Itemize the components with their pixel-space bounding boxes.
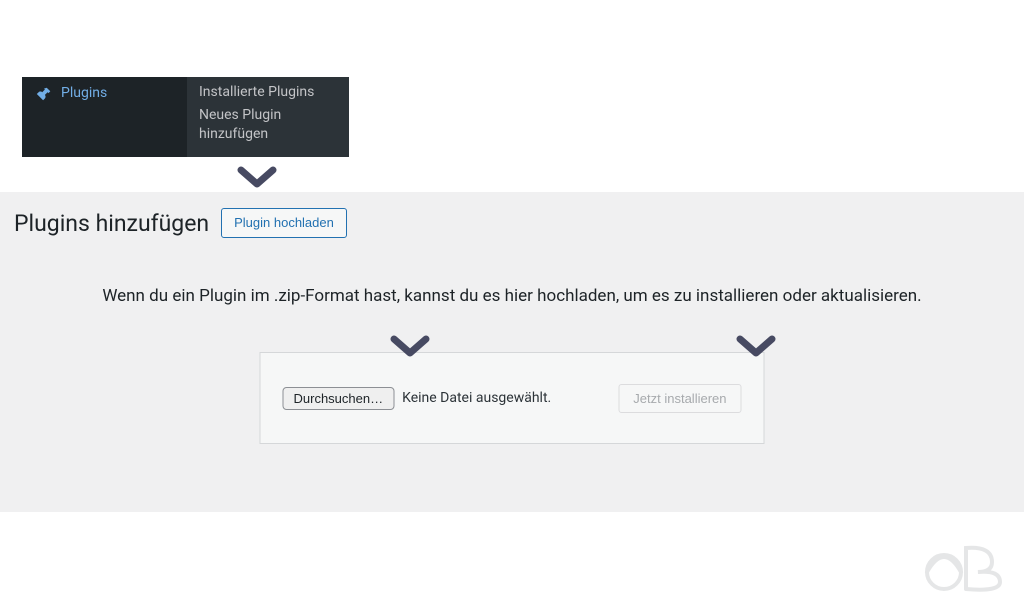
submenu-add-new-plugin[interactable]: Neues Plugin hinzufügen — [199, 106, 337, 144]
page-header: Plugins hinzufügen Plugin hochladen — [14, 208, 347, 238]
upload-plugin-button[interactable]: Plugin hochladen — [221, 208, 347, 238]
content-area: Plugins hinzufügen Plugin hochladen Wenn… — [0, 192, 1024, 512]
chevron-down-icon — [235, 164, 279, 192]
admin-menu-fragment: Plugins Installierte Plugins Neues Plugi… — [22, 77, 349, 157]
admin-menu-item-plugins[interactable]: Plugins — [22, 77, 187, 157]
file-status-text: Keine Datei ausgewählt. — [402, 390, 551, 406]
browse-button[interactable]: Durchsuchen… — [283, 387, 395, 410]
admin-menu-label: Plugins — [61, 85, 107, 101]
upload-panel: Durchsuchen… Keine Datei ausgewählt. Jet… — [260, 352, 765, 444]
install-now-button[interactable]: Jetzt installieren — [618, 384, 741, 413]
plug-icon — [35, 85, 53, 103]
submenu-installed-plugins[interactable]: Installierte Plugins — [199, 83, 337, 102]
watermark-logo — [922, 544, 1010, 594]
admin-submenu: Installierte Plugins Neues Plugin hinzuf… — [187, 77, 349, 157]
upload-instruction: Wenn du ein Plugin im .zip-Format hast, … — [0, 286, 1024, 306]
page-title: Plugins hinzufügen — [14, 210, 209, 237]
